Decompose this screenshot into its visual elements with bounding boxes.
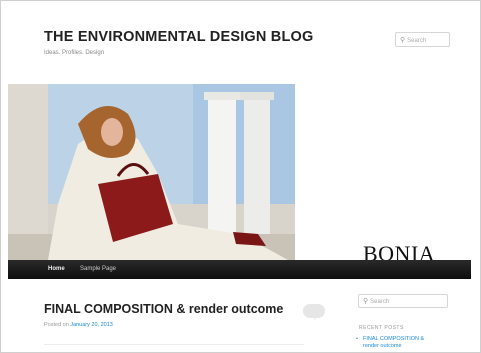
post-title[interactable]: FINAL COMPOSITION & render outcome [44, 302, 283, 316]
site-tagline: Ideas. Profiles. Design [44, 50, 105, 56]
post-meta: Posted on January 20, 2013 [44, 322, 113, 328]
post-date-link[interactable]: January 20, 2013 [70, 322, 113, 328]
sidebar-search-placeholder: Search [370, 299, 390, 305]
nav-item-home[interactable]: Home [48, 266, 65, 272]
header-search-placeholder: Search [407, 38, 427, 44]
recent-posts-heading: RECENT POSTS [359, 325, 404, 331]
post-meta-prefix: Posted on [44, 322, 69, 328]
comment-bubble-icon[interactable] [303, 304, 325, 320]
search-icon: ⚲ [400, 37, 406, 44]
post-divider [44, 344, 304, 345]
recent-post-line2: render outcome [363, 343, 402, 349]
search-icon: ⚲ [363, 298, 369, 305]
banner-photo [8, 84, 295, 260]
main-navigation: Home Sample Page [8, 260, 471, 279]
nav-item-sample-page[interactable]: Sample Page [80, 266, 116, 272]
banner-brand-logo: BONIA [363, 241, 436, 260]
sidebar-search-input[interactable]: ⚲ Search [358, 294, 448, 308]
recent-post-link[interactable]: • FINAL COMPOSITION & render outcome [356, 336, 424, 350]
site-title[interactable]: THE ENVIRONMENTAL DESIGN BLOG [44, 29, 314, 45]
recent-post-line1: FINAL COMPOSITION & [363, 336, 425, 342]
header-banner-image: BONIA [8, 84, 471, 260]
header-search-input[interactable]: ⚲ Search [395, 32, 450, 47]
bullet-icon: • [356, 336, 358, 342]
